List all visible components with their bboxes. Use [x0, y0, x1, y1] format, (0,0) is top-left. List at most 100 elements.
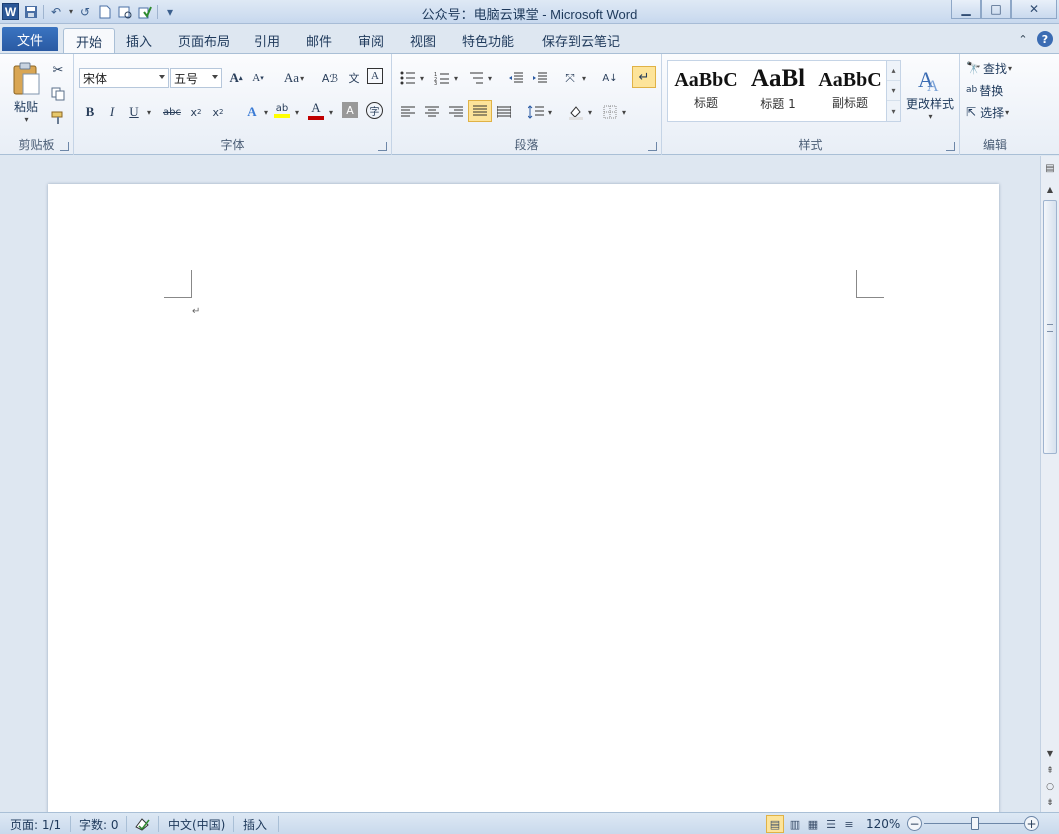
web-layout-view-icon[interactable]: ▦ — [804, 815, 822, 833]
style-heading-1[interactable]: AaBl 标题 1 — [742, 63, 814, 119]
bullets-dropdown-icon[interactable]: ▾ — [420, 74, 424, 83]
increase-indent-icon[interactable] — [530, 68, 550, 88]
clear-formatting-icon[interactable]: Aℬ — [320, 68, 340, 88]
paste-button[interactable]: 粘贴 ▾ — [6, 58, 46, 128]
tab-references[interactable]: 引用 — [242, 28, 292, 53]
browse-object-icon[interactable]: ○ — [1043, 780, 1057, 794]
font-color-dropdown-icon[interactable]: ▾ — [329, 108, 333, 117]
insert-mode-indicator[interactable]: 插入 — [243, 816, 267, 832]
copy-icon[interactable] — [48, 84, 68, 104]
full-screen-reading-view-icon[interactable]: ▥ — [786, 815, 804, 833]
next-page-icon[interactable]: ⇟ — [1043, 796, 1057, 810]
page-count[interactable]: 页面: 1/1 — [10, 816, 61, 832]
find-button[interactable]: 🔭 查找 ▾ — [966, 58, 1012, 78]
bold-icon[interactable]: B — [80, 102, 100, 122]
zoom-in-icon[interactable]: + — [1024, 816, 1039, 831]
show-hide-marks-icon[interactable]: ↵ — [632, 66, 656, 88]
multilevel-list-icon[interactable] — [466, 68, 486, 88]
view-ruler-icon[interactable]: ▤ — [1042, 160, 1058, 176]
tab-insert[interactable]: 插入 — [114, 28, 164, 53]
help-icon[interactable]: ? — [1037, 31, 1053, 47]
grow-font-icon[interactable]: A ▴ — [226, 68, 246, 88]
subscript-icon[interactable]: x2 — [186, 102, 206, 122]
borders-icon[interactable] — [600, 102, 620, 122]
strikethrough-icon[interactable]: abc — [162, 102, 182, 122]
styles-scroll-up-icon[interactable]: ▴ — [887, 61, 900, 81]
replace-button[interactable]: ab 替换 — [966, 80, 1003, 100]
decrease-indent-icon[interactable] — [506, 68, 526, 88]
change-styles-button[interactable]: AA 更改样式 ▾ — [904, 58, 956, 128]
tab-home[interactable]: 开始 — [63, 28, 116, 54]
tab-mailings[interactable]: 邮件 — [294, 28, 344, 53]
format-painter-icon[interactable] — [48, 108, 68, 128]
bullets-icon[interactable] — [398, 68, 418, 88]
underline-dropdown-icon[interactable]: ▾ — [147, 108, 151, 117]
character-border-icon[interactable]: A — [367, 68, 383, 84]
shading-dropdown-icon[interactable]: ▾ — [588, 108, 592, 117]
underline-icon[interactable]: U — [124, 102, 144, 122]
clipboard-dialog-launcher[interactable] — [60, 142, 69, 151]
tab-view[interactable]: 视图 — [398, 28, 448, 53]
shrink-font-icon[interactable]: A ▾ — [248, 68, 268, 88]
change-case-button[interactable]: Aa ▾ — [279, 68, 309, 88]
chinese-layout-icon[interactable]: ⤧ — [560, 68, 580, 88]
line-spacing-icon[interactable] — [526, 102, 546, 122]
numbering-icon[interactable]: 123 — [432, 68, 452, 88]
sort-icon[interactable]: A↓ — [600, 68, 620, 88]
font-color-icon[interactable]: A — [306, 100, 326, 120]
tab-review[interactable]: 审阅 — [346, 28, 396, 53]
scroll-down-icon[interactable]: ▼ — [1043, 746, 1057, 760]
maximize-button[interactable]: □ — [981, 0, 1011, 19]
zoom-out-icon[interactable]: − — [907, 816, 922, 831]
tab-page-layout[interactable]: 页面布局 — [166, 28, 242, 53]
justify-icon[interactable] — [468, 100, 492, 122]
proofing-icon[interactable] — [134, 816, 152, 832]
align-right-icon[interactable] — [446, 102, 466, 122]
previous-page-icon[interactable]: ⇞ — [1043, 764, 1057, 778]
close-button[interactable]: ✕ — [1011, 0, 1057, 19]
numbering-dropdown-icon[interactable]: ▾ — [454, 74, 458, 83]
draft-view-icon[interactable]: ≡ — [840, 815, 858, 833]
minimize-button[interactable]: ▁ — [951, 0, 981, 19]
tab-special-features[interactable]: 特色功能 — [450, 28, 526, 53]
font-dialog-launcher[interactable] — [378, 142, 387, 151]
language-indicator[interactable]: 中文(中国) — [168, 816, 225, 832]
italic-icon[interactable]: I — [102, 102, 122, 122]
select-button[interactable]: ⇱ 选择 ▾ — [966, 102, 1009, 122]
minimize-ribbon-icon[interactable]: ⌃ — [1015, 31, 1031, 47]
document-page[interactable]: ↵ — [48, 184, 999, 824]
styles-more-icon[interactable]: ▾ — [887, 101, 900, 121]
style-title[interactable]: AaBbC 标题 — [670, 63, 742, 119]
styles-scroll-down-icon[interactable]: ▾ — [887, 81, 900, 101]
distributed-icon[interactable] — [494, 102, 514, 122]
chinese-layout-dropdown-icon[interactable]: ▾ — [582, 74, 586, 83]
font-name-combo[interactable]: 宋体 — [79, 68, 169, 88]
tab-file[interactable]: 文件 — [2, 27, 58, 51]
scroll-up-icon[interactable]: ▲ — [1043, 182, 1057, 196]
style-subtitle[interactable]: AaBbC 副标题 — [814, 63, 886, 119]
shading-icon[interactable] — [566, 102, 586, 122]
styles-dialog-launcher[interactable] — [946, 142, 955, 151]
highlight-color-icon[interactable]: ab — [272, 100, 292, 120]
align-left-icon[interactable] — [398, 102, 418, 122]
line-spacing-dropdown-icon[interactable]: ▾ — [548, 108, 552, 117]
highlight-dropdown-icon[interactable]: ▾ — [295, 108, 299, 117]
print-layout-view-icon[interactable]: ▤ — [766, 815, 784, 833]
paragraph-dialog-launcher[interactable] — [648, 142, 657, 151]
enclose-characters-icon[interactable]: 字 — [366, 102, 383, 119]
phonetic-guide-icon[interactable]: 文 — [344, 68, 364, 88]
tab-save-to-cloud-notes[interactable]: 保存到云笔记 — [530, 28, 632, 53]
outline-view-icon[interactable]: ☰ — [822, 815, 840, 833]
multilevel-dropdown-icon[interactable]: ▾ — [488, 74, 492, 83]
zoom-level[interactable]: 120% — [866, 816, 900, 832]
scroll-thumb[interactable] — [1043, 200, 1057, 454]
vertical-scrollbar[interactable]: ▤ ▲ ▼ ⇞ ○ ⇟ — [1040, 156, 1059, 812]
superscript-icon[interactable]: x2 — [208, 102, 228, 122]
font-size-combo[interactable]: 五号 — [170, 68, 222, 88]
cut-icon[interactable]: ✂ — [48, 60, 68, 80]
text-effects-icon[interactable]: A — [242, 102, 262, 122]
align-center-icon[interactable] — [422, 102, 442, 122]
text-effects-dropdown-icon[interactable]: ▾ — [264, 108, 268, 117]
character-shading-icon[interactable]: A — [342, 102, 358, 118]
borders-dropdown-icon[interactable]: ▾ — [622, 108, 626, 117]
